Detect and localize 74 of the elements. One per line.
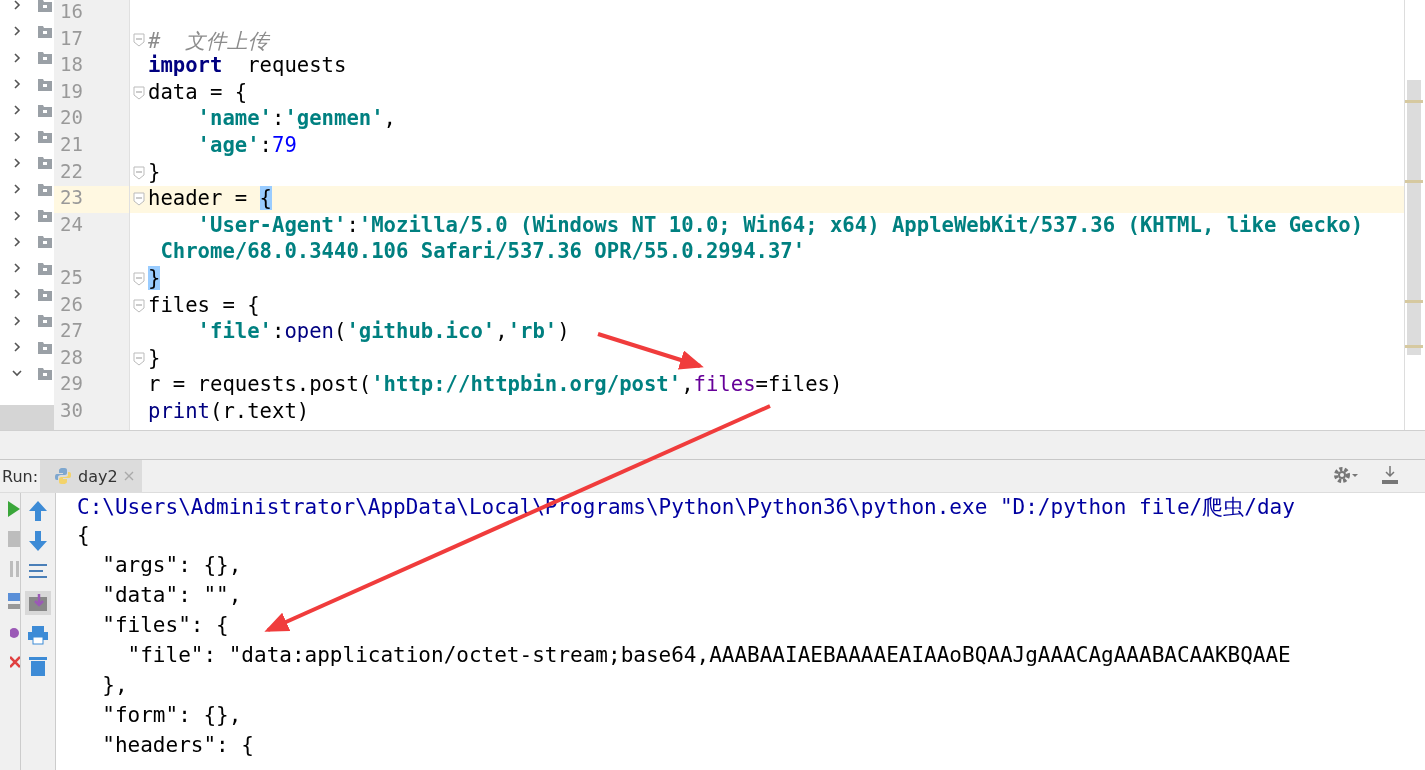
line-number: 25	[60, 265, 83, 288]
python-icon	[54, 467, 72, 485]
close-icon[interactable]	[10, 655, 20, 669]
chevron-right-icon[interactable]	[12, 263, 22, 274]
fold-marker-icon[interactable]	[133, 352, 145, 366]
layout-icon[interactable]	[8, 591, 20, 611]
trash-icon[interactable]	[29, 655, 47, 677]
code-line: 'file':open('github.ico','rb')	[196, 319, 570, 344]
fold-marker-icon[interactable]	[133, 192, 145, 207]
line-number: 28	[60, 345, 83, 368]
arrow-up-icon[interactable]	[29, 501, 47, 521]
line-number: 30	[60, 398, 83, 421]
run-label: Run:	[2, 466, 40, 486]
console-line: "files": {	[101, 613, 229, 637]
console-line: "headers": {	[101, 733, 254, 757]
hide-panel-icon[interactable]	[1381, 466, 1399, 486]
code-line: 'age':79	[196, 132, 297, 157]
fold-marker-icon[interactable]	[133, 165, 145, 180]
chevron-right-icon[interactable]	[12, 26, 22, 37]
code-line: 'User-Agent':'Mozilla/5.0 (Windows NT 10.0; Win64; x64) AppleWebKit/537.36 (KHTML, like Gecko)	[196, 212, 1364, 237]
code-line: files = {	[148, 292, 260, 317]
chevron-right-icon[interactable]	[12, 131, 22, 142]
fold-marker-icon[interactable]	[133, 298, 145, 313]
line-number: 29	[60, 372, 83, 395]
line-number: 20	[60, 106, 83, 129]
print-icon[interactable]	[28, 625, 48, 645]
chevron-down-icon[interactable]	[12, 368, 22, 379]
chevron-right-icon[interactable]	[12, 79, 22, 90]
code-line: header = {	[148, 186, 272, 211]
chevron-right-icon[interactable]	[12, 0, 22, 11]
scroll-to-end-icon[interactable]	[25, 591, 51, 615]
console-line: "args": {},	[101, 553, 242, 577]
chevron-right-icon[interactable]	[12, 342, 22, 352]
chevron-right-icon[interactable]	[12, 184, 22, 195]
line-number: 27	[60, 319, 83, 342]
settings-icon[interactable]	[1333, 466, 1359, 484]
chevron-right-icon[interactable]	[12, 236, 22, 247]
fold-marker-icon[interactable]	[133, 86, 145, 101]
selection-highlight	[0, 405, 54, 430]
arrow-down-icon[interactable]	[29, 531, 47, 551]
console-line: "form": {},	[101, 703, 242, 727]
line-number: 17	[60, 26, 83, 49]
scrollbar[interactable]	[1404, 0, 1425, 430]
chevron-right-icon[interactable]	[12, 157, 22, 168]
console-line: },	[101, 673, 128, 697]
line-number: 22	[60, 159, 83, 182]
code-line: # 文件上传	[148, 28, 270, 53]
code-line: }	[148, 345, 161, 370]
console-line: "file": "data:application/octet-stream;base64,AAABAAIAEBAAAAEAIAAoBQAAJgAAACAgAAABACAAKBQAAE	[126, 643, 1291, 667]
chevron-right-icon[interactable]	[12, 105, 22, 116]
chevron-right-icon[interactable]	[12, 52, 22, 63]
line-number: 21	[60, 132, 83, 155]
code-line: print(r.text)	[148, 398, 310, 423]
console-line: "data": "",	[101, 583, 242, 607]
line-number: 24	[60, 212, 83, 235]
code-line: 'name':'genmen',	[196, 106, 396, 131]
code-line: Chrome/68.0.3440.106 Safari/537.36 OPR/55.0.2994.37'	[159, 239, 806, 264]
code-line: }	[148, 159, 161, 184]
soft-wrap-icon[interactable]	[28, 561, 48, 581]
line-number: 19	[60, 79, 83, 102]
chevron-right-icon[interactable]	[12, 210, 22, 221]
chevron-right-icon[interactable]	[12, 289, 22, 300]
line-number: 16	[60, 0, 83, 22]
console-line: {	[77, 523, 90, 547]
run-tab[interactable]: day2	[40, 460, 142, 492]
code-line: import requests	[148, 53, 347, 78]
code-line: r = requests.post('http://httpbin.org/post',files=files)	[148, 372, 843, 397]
fold-marker-icon[interactable]	[133, 272, 145, 287]
code-line: data = {	[148, 79, 248, 104]
fold-marker-icon[interactable]	[133, 32, 145, 47]
line-number: 18	[60, 53, 83, 76]
line-number: 26	[60, 292, 83, 315]
chevron-right-icon[interactable]	[12, 315, 22, 326]
line-number: 23	[60, 186, 83, 209]
